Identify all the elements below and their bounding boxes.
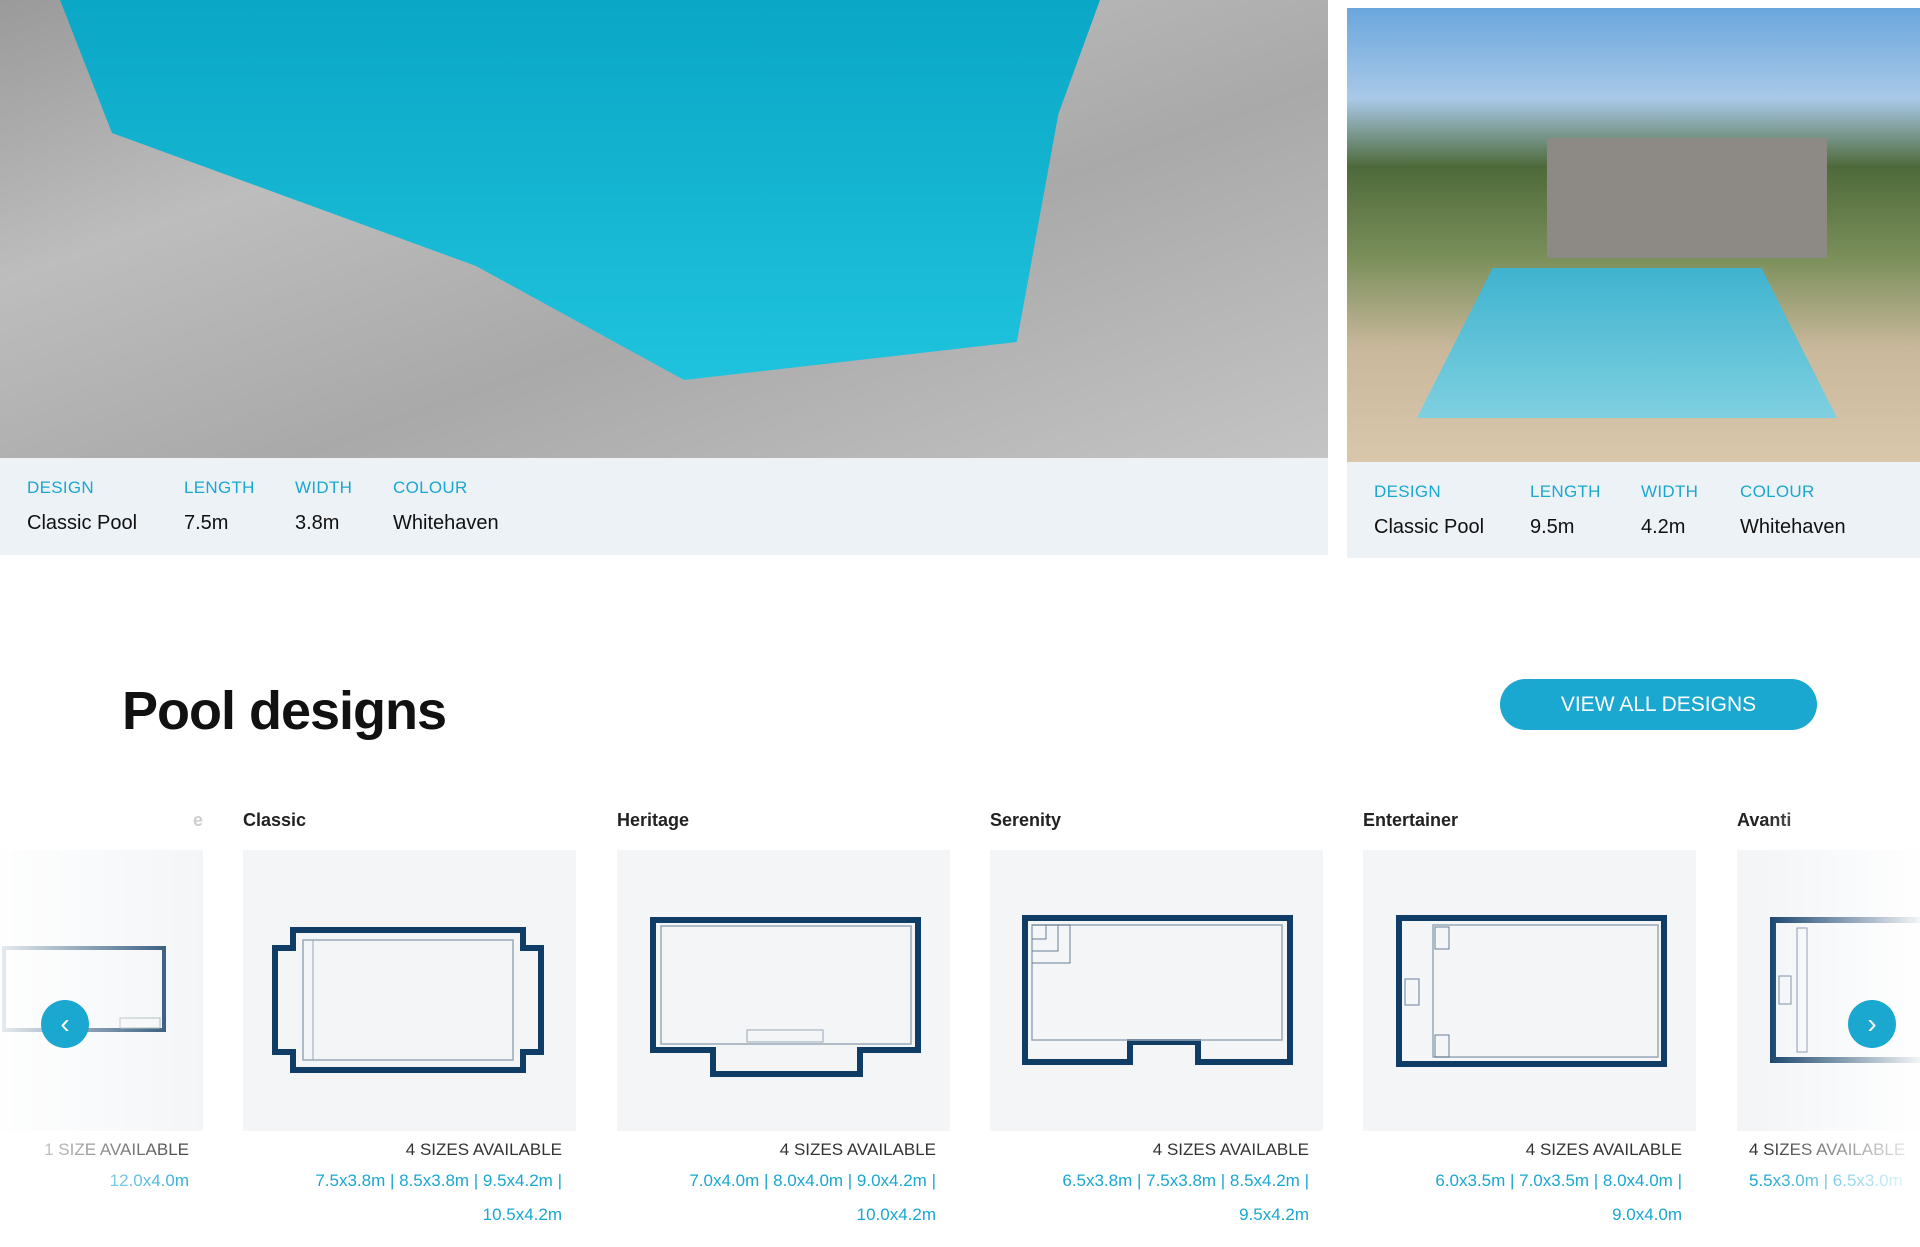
sizes-available: 4 SIZES AVAILABLE xyxy=(405,1140,562,1159)
design-label: DESIGN xyxy=(27,478,94,497)
pool-photo-1 xyxy=(0,0,1328,458)
chevron-right-icon[interactable]: › xyxy=(1848,1000,1896,1048)
colour-value: Whitehaven xyxy=(393,512,499,534)
section-title: Pool designs xyxy=(122,681,447,741)
sizes-available: 4 SIZES AVAILABLE xyxy=(1525,1140,1682,1159)
design-sizes: 6.5x3.8m | 7.5x3.8m | 8.5x4.2m | 9.5x4.2m xyxy=(990,1164,1323,1232)
width-value: 3.8m xyxy=(295,512,340,534)
design-card-classic[interactable]: Classic 4 SIZES AVAILABLE 7.5x3.8m | 8.5… xyxy=(243,810,576,1232)
pool-info-bar-2: DESIGN Classic Pool LENGTH 9.5m WIDTH 4.2m … xyxy=(1347,462,1920,558)
design-name: Entertainer xyxy=(1363,810,1459,830)
carousel-fade-right xyxy=(1760,810,1920,1247)
width-value: 4.2m xyxy=(1641,516,1686,538)
pool-plan-drawing xyxy=(650,917,921,1077)
design-sizes-line: 7.5x3.8m | 8.5x3.8m | 9.5x4.2m | xyxy=(315,1171,562,1190)
design-sizes: 7.0x4.0m | 8.0x4.0m | 9.0x4.2m | 10.0x4.2… xyxy=(617,1164,950,1232)
colour-label: COLOUR xyxy=(393,478,468,497)
design-sizes: 7.5x3.8m | 8.5x3.8m | 9.5x4.2m | 10.5x4.2… xyxy=(243,1164,576,1232)
design-plan-image[interactable] xyxy=(243,850,576,1131)
width-label: WIDTH xyxy=(1641,482,1699,501)
pool-photo-2 xyxy=(1347,8,1920,462)
design-value: Classic Pool xyxy=(27,512,138,534)
sizes-available: 4 SIZES AVAILABLE xyxy=(779,1140,936,1159)
length-value: 7.5m xyxy=(184,512,229,534)
design-sizes-line: 10.0x4.2m xyxy=(856,1205,936,1224)
design-card-serenity[interactable]: Serenity 4 SIZES AVAILABLE 6.5x3.8m | 7.… xyxy=(990,810,1323,1232)
pool-info-bar-1: DESIGN Classic Pool LENGTH 7.5m WIDTH 3.8m … xyxy=(0,458,1328,555)
chevron-left-icon[interactable]: ‹ xyxy=(41,1000,89,1048)
sizes-available: 4 SIZES AVAILABLE xyxy=(1152,1140,1309,1159)
carousel-fade-left xyxy=(0,810,210,1247)
design-name: Heritage xyxy=(617,810,690,830)
design-sizes-line: 10.5x4.2m xyxy=(482,1205,562,1224)
pool-plan-drawing xyxy=(1022,915,1293,1065)
design-name: Serenity xyxy=(990,810,1062,830)
design-name: Classic xyxy=(243,810,307,830)
design-sizes-line: 9.5x4.2m xyxy=(1239,1205,1309,1224)
length-value: 9.5m xyxy=(1530,516,1575,538)
colour-label: COLOUR xyxy=(1740,482,1815,501)
design-plan-image[interactable] xyxy=(990,850,1323,1131)
design-card-heritage[interactable]: Heritage 4 SIZES AVAILABLE 7.0x4.0m | 8.… xyxy=(617,810,950,1232)
design-plan-image[interactable] xyxy=(617,850,950,1131)
pool-plan-drawing xyxy=(1396,915,1667,1067)
length-label: LENGTH xyxy=(1530,482,1601,501)
design-value: Classic Pool xyxy=(1374,516,1485,538)
view-all-designs-button[interactable]: VIEW ALL DESIGNS xyxy=(1500,679,1817,730)
pool-plan-drawing xyxy=(272,927,544,1073)
design-plan-image[interactable] xyxy=(1363,850,1696,1131)
design-label: DESIGN xyxy=(1374,482,1441,501)
design-sizes-line: 6.0x3.5m | 7.0x3.5m | 8.0x4.0m | xyxy=(1435,1171,1682,1190)
design-sizes-line: 6.5x3.8m | 7.5x3.8m | 8.5x4.2m | xyxy=(1062,1171,1309,1190)
design-sizes-line: 9.0x4.0m xyxy=(1612,1205,1682,1224)
length-label: LENGTH xyxy=(184,478,255,497)
design-card-entertainer[interactable]: Entertainer 4 SIZES AVAILABLE 6.0x3.5m |… xyxy=(1363,810,1696,1232)
colour-value: Whitehaven xyxy=(1740,516,1846,538)
design-sizes-line: 7.0x4.0m | 8.0x4.0m | 9.0x4.2m | xyxy=(689,1171,936,1190)
design-sizes: 6.0x3.5m | 7.0x3.5m | 8.0x4.0m | 9.0x4.0m xyxy=(1363,1164,1696,1232)
width-label: WIDTH xyxy=(295,478,353,497)
